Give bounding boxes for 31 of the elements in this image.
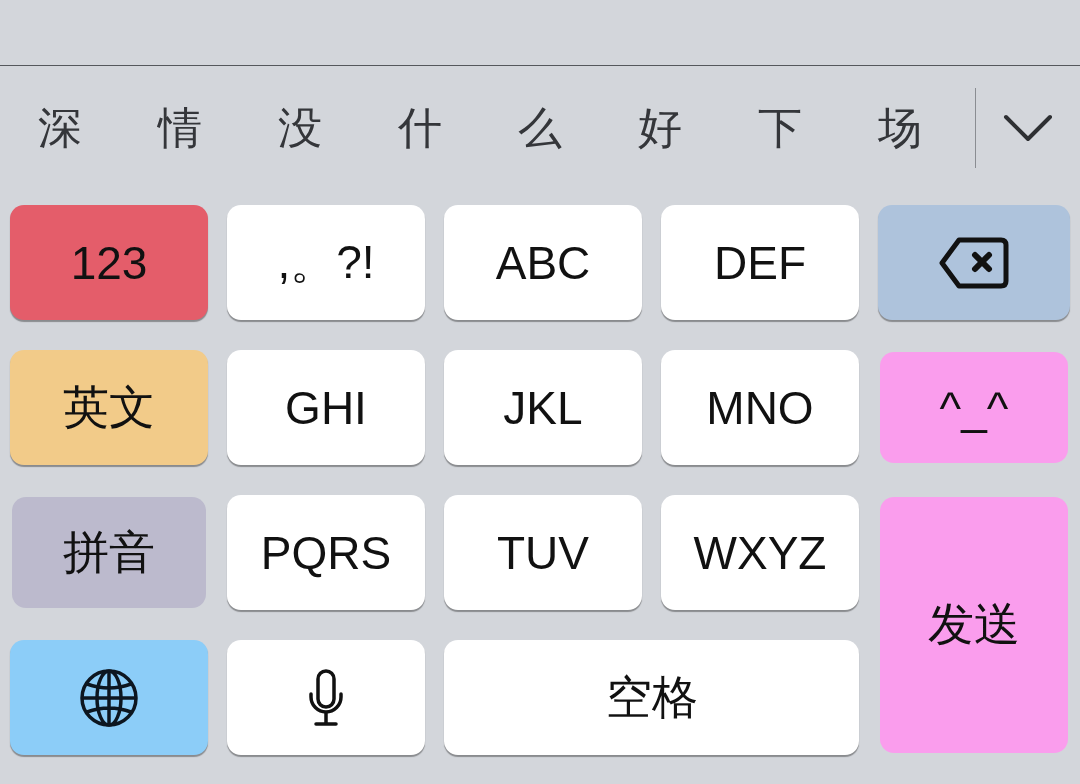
- candidate-word[interactable]: 么: [518, 103, 562, 153]
- backspace-key[interactable]: [878, 205, 1070, 320]
- keyboard-key[interactable]: ABC: [444, 205, 642, 320]
- globe-icon: [79, 667, 139, 728]
- candidate-word[interactable]: 什: [398, 103, 442, 153]
- candidate-word[interactable]: 情: [158, 103, 202, 153]
- mic-key[interactable]: [227, 640, 425, 755]
- keyboard-key[interactable]: DEF: [661, 205, 859, 320]
- keyboard-key[interactable]: GHI: [227, 350, 425, 465]
- chevron-down-icon: [1003, 113, 1053, 143]
- keyboard-key[interactable]: MNO: [661, 350, 859, 465]
- candidate-word[interactable]: 好: [638, 103, 682, 153]
- expand-button[interactable]: [1003, 113, 1053, 143]
- globe-key[interactable]: [10, 640, 208, 755]
- microphone-icon: [308, 668, 344, 727]
- keyboard-key[interactable]: 拼音: [12, 497, 206, 608]
- keyboard-key[interactable]: JKL: [444, 350, 642, 465]
- candidate-word[interactable]: 深: [38, 103, 82, 153]
- candidate-word[interactable]: 场: [878, 103, 922, 153]
- keyboard-key[interactable]: ,。?!: [227, 205, 425, 320]
- keyboard-key[interactable]: TUV: [444, 495, 642, 610]
- keyboard-key[interactable]: PQRS: [227, 495, 425, 610]
- candidate-word[interactable]: 下: [758, 103, 802, 153]
- space-key[interactable]: 空格: [444, 640, 859, 755]
- candidate-word[interactable]: 没: [278, 103, 322, 153]
- send-key[interactable]: 发送: [880, 497, 1068, 753]
- backspace-icon: [938, 235, 1010, 290]
- keyboard-key[interactable]: 英文: [10, 350, 208, 465]
- keyboard-key[interactable]: WXYZ: [661, 495, 859, 610]
- keyboard-key[interactable]: ^_^: [880, 352, 1068, 463]
- keyboard-key[interactable]: 123: [10, 205, 208, 320]
